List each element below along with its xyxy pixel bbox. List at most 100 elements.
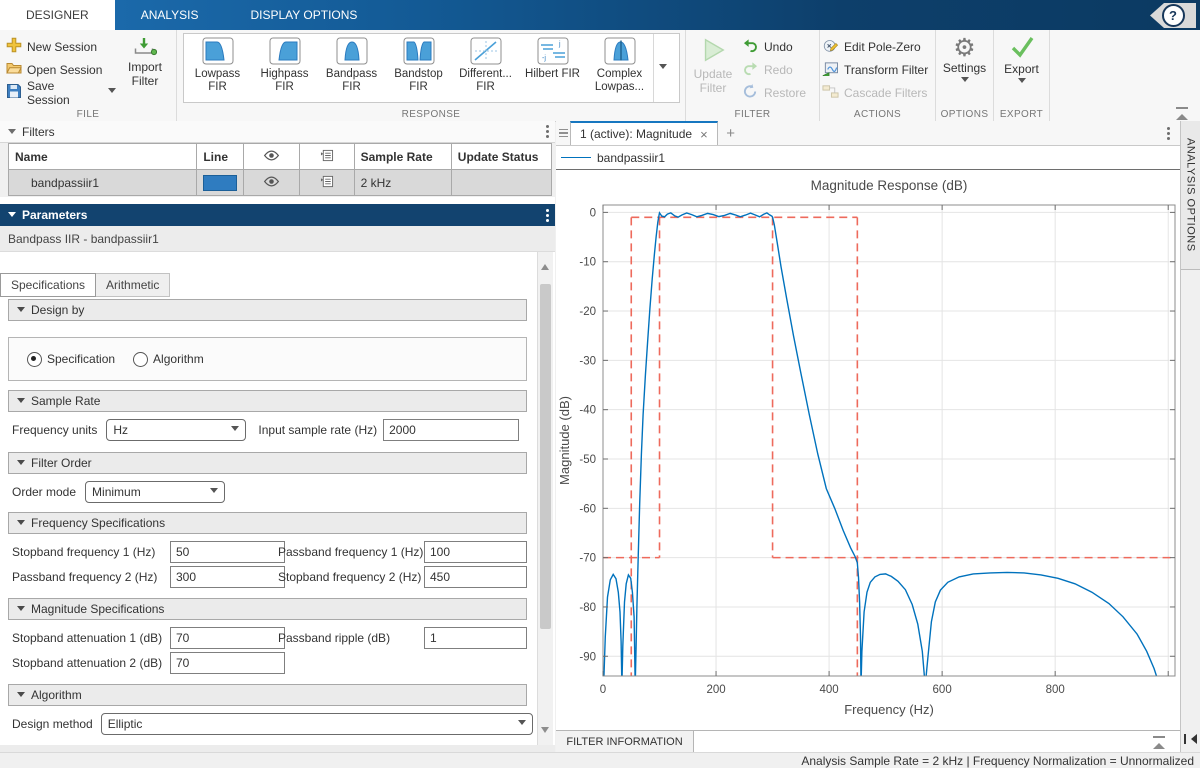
- spec-field-input[interactable]: [170, 541, 285, 563]
- cascade-filters-button[interactable]: Cascade Filters: [820, 81, 935, 104]
- minimize-ribbon-icon[interactable]: [1174, 107, 1190, 119]
- radio-button-icon[interactable]: [133, 352, 148, 367]
- filter-name-cell[interactable]: bandpassiir1: [9, 170, 197, 196]
- update-filter-button[interactable]: Update Filter: [686, 30, 740, 121]
- spec-field-input[interactable]: [424, 627, 527, 649]
- file-item-label: New Session: [27, 40, 97, 54]
- edit-pole-zero-button[interactable]: Edit Pole-Zero: [820, 35, 935, 58]
- radio-specification[interactable]: Specification: [27, 352, 115, 367]
- app-tab-designer[interactable]: DESIGNER: [0, 0, 115, 30]
- filter-order-row: Order mode Minimum: [12, 480, 225, 504]
- restore-button[interactable]: Restore: [740, 81, 806, 104]
- scroll-down-icon[interactable]: [541, 727, 549, 737]
- algorithm-header[interactable]: Algorithm: [8, 684, 527, 706]
- column-header-icon[interactable]: [299, 144, 354, 170]
- info-icon: [320, 151, 334, 165]
- bandpass-fir-button[interactable]: BandpassFIR: [318, 34, 385, 102]
- scrollbar-thumb[interactable]: [540, 284, 551, 629]
- parameters-panel-title: Parameters: [22, 208, 87, 222]
- spec-field-input[interactable]: [170, 566, 285, 588]
- spec-field-label: Stopband frequency 1 (Hz): [12, 545, 155, 559]
- design-method-row: Design method Elliptic: [12, 712, 533, 736]
- design-by-header[interactable]: Design by: [8, 299, 527, 321]
- new-tab-button[interactable]: +: [718, 121, 744, 145]
- import-filter-button[interactable]: Import Filter: [118, 34, 172, 121]
- expand-panel-icon[interactable]: [1152, 736, 1166, 748]
- frequency-specs-header[interactable]: Frequency Specifications: [8, 512, 527, 534]
- sample-rate-header[interactable]: Sample Rate: [8, 390, 527, 412]
- spec-field-input[interactable]: [424, 541, 527, 563]
- file-item-label: Open Session: [27, 63, 102, 77]
- cascade-filters-icon: [822, 84, 839, 102]
- stack-item-label: Cascade Filters: [844, 86, 927, 100]
- filter-information-tab[interactable]: FILTER INFORMATION: [556, 731, 694, 753]
- filter-order-header[interactable]: Filter Order: [8, 452, 527, 474]
- filters-panel-header[interactable]: Filters: [0, 121, 555, 143]
- ribbon-section-file: New Session Open Session Save Session Impo…: [0, 30, 177, 121]
- column-header-icon[interactable]: [244, 144, 299, 170]
- file-item-label: Save Session: [27, 79, 100, 107]
- collapse-panel-icon[interactable]: [1184, 734, 1197, 744]
- chevron-down-icon: [108, 88, 116, 97]
- analysis-options-label: ANALYSIS OPTIONS: [1185, 138, 1197, 252]
- help-button[interactable]: ?: [1150, 3, 1196, 28]
- new-session-button[interactable]: New Session: [4, 35, 116, 58]
- tab-specifications[interactable]: Specifications: [0, 273, 96, 297]
- gallery-expand-button[interactable]: [653, 34, 672, 102]
- y-tick-label: -80: [579, 602, 596, 614]
- highpass-fir-button[interactable]: HighpassFIR: [251, 34, 318, 102]
- save-session-button[interactable]: Save Session: [4, 81, 116, 104]
- radio-algorithm[interactable]: Algorithm: [133, 352, 204, 367]
- visibility-cell[interactable]: [244, 170, 299, 196]
- spec-field-input[interactable]: [170, 652, 285, 674]
- frequency-units-dropdown[interactable]: Hz: [106, 419, 246, 441]
- parameters-scrollbar[interactable]: [537, 252, 553, 745]
- legend-label: bandpassiir1: [597, 151, 665, 165]
- tab-list-icon[interactable]: [556, 121, 570, 145]
- tab-arithmetic[interactable]: Arithmetic: [96, 273, 170, 297]
- radio-button-icon[interactable]: [27, 352, 42, 367]
- magnitude-response-chart[interactable]: 02004006008000-10-20-30-40-50-60-70-80-9…: [556, 170, 1180, 730]
- gallery-item-label: Complex: [586, 68, 653, 81]
- filters-menu-icon[interactable]: [546, 125, 549, 138]
- export-button[interactable]: Export: [994, 30, 1049, 87]
- line-color-swatch[interactable]: [203, 175, 237, 191]
- different-fir-button[interactable]: Different...FIR: [452, 34, 519, 102]
- hilbert-fir-button[interactable]: j-jHilbert FIR: [519, 34, 586, 102]
- table-row[interactable]: bandpassiir12 kHz: [9, 170, 552, 196]
- spec-field-stopband-attenuation-2-db-: Stopband attenuation 2 (dB): [12, 652, 162, 674]
- line-color-cell[interactable]: [197, 170, 244, 196]
- transform-filter-button[interactable]: Transform Filter: [820, 58, 935, 81]
- design-method-dropdown[interactable]: Elliptic: [101, 713, 533, 735]
- info-cell[interactable]: [299, 170, 354, 196]
- app-tab-analysis[interactable]: ANALYSIS: [115, 0, 225, 30]
- gallery-item-label: Hilbert FIR: [519, 68, 586, 81]
- settings-button[interactable]: ⚙ Settings: [936, 30, 993, 86]
- magnitude-plot-tab[interactable]: 1 (active): Magnitude ×: [570, 121, 718, 145]
- spec-field-input[interactable]: [170, 627, 285, 649]
- column-header-sample-rate[interactable]: Sample Rate: [354, 144, 451, 170]
- input-sample-rate-field[interactable]: [383, 419, 519, 441]
- spec-field-input[interactable]: [424, 566, 527, 588]
- undo-button[interactable]: Undo: [740, 35, 806, 58]
- parameters-menu-icon[interactable]: [546, 209, 549, 222]
- column-header-name[interactable]: Name: [9, 144, 197, 170]
- magnitude-specs-header[interactable]: Magnitude Specifications: [8, 598, 527, 620]
- chevron-down-icon: [659, 64, 667, 73]
- app-tab-display-options[interactable]: DISPLAY OPTIONS: [225, 0, 384, 30]
- design-method-label: Design method: [12, 717, 93, 731]
- parameters-panel-header[interactable]: Parameters: [0, 204, 555, 226]
- hilbert-fir-icon: j-j: [537, 54, 569, 68]
- order-mode-dropdown[interactable]: Minimum: [85, 481, 225, 503]
- bandstop-fir-button[interactable]: BandstopFIR: [385, 34, 452, 102]
- redo-button[interactable]: Redo: [740, 58, 806, 81]
- scroll-up-icon[interactable]: [541, 260, 549, 270]
- column-header-update-status[interactable]: Update Status: [451, 144, 551, 170]
- plot-menu-icon[interactable]: [1167, 121, 1170, 145]
- close-tab-icon[interactable]: ×: [700, 127, 708, 142]
- column-header-line[interactable]: Line: [197, 144, 244, 170]
- analysis-options-tab[interactable]: ANALYSIS OPTIONS: [1181, 121, 1200, 270]
- complex-lowpas--button[interactable]: ComplexLowpas...: [586, 34, 653, 102]
- settings-dropdown-icon: [961, 77, 969, 86]
- lowpass-fir-button[interactable]: LowpassFIR: [184, 34, 251, 102]
